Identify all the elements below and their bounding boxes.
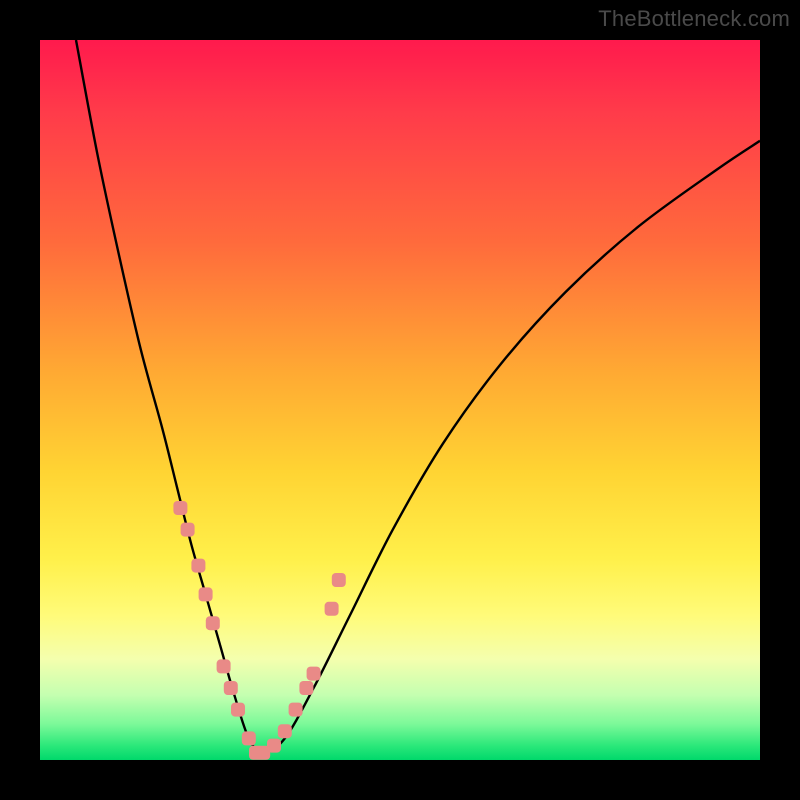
curve-line: [76, 40, 760, 753]
marker-point: [289, 703, 303, 717]
marker-point: [199, 587, 213, 601]
marker-point: [332, 573, 346, 587]
marker-point: [307, 667, 321, 681]
marker-point: [206, 616, 220, 630]
curve-svg: [40, 40, 760, 760]
marker-point: [173, 501, 187, 515]
marker-point: [217, 659, 231, 673]
watermark-text: TheBottleneck.com: [598, 6, 790, 32]
marker-point: [299, 681, 313, 695]
marker-point: [231, 703, 245, 717]
marker-point: [224, 681, 238, 695]
marker-point: [191, 559, 205, 573]
marker-point: [242, 731, 256, 745]
marker-point: [278, 724, 292, 738]
plot-area: [40, 40, 760, 760]
chart-frame: TheBottleneck.com: [0, 0, 800, 800]
highlighted-points: [173, 501, 345, 760]
bottleneck-curve: [76, 40, 760, 753]
marker-point: [325, 602, 339, 616]
marker-point: [267, 739, 281, 753]
marker-point: [181, 523, 195, 537]
